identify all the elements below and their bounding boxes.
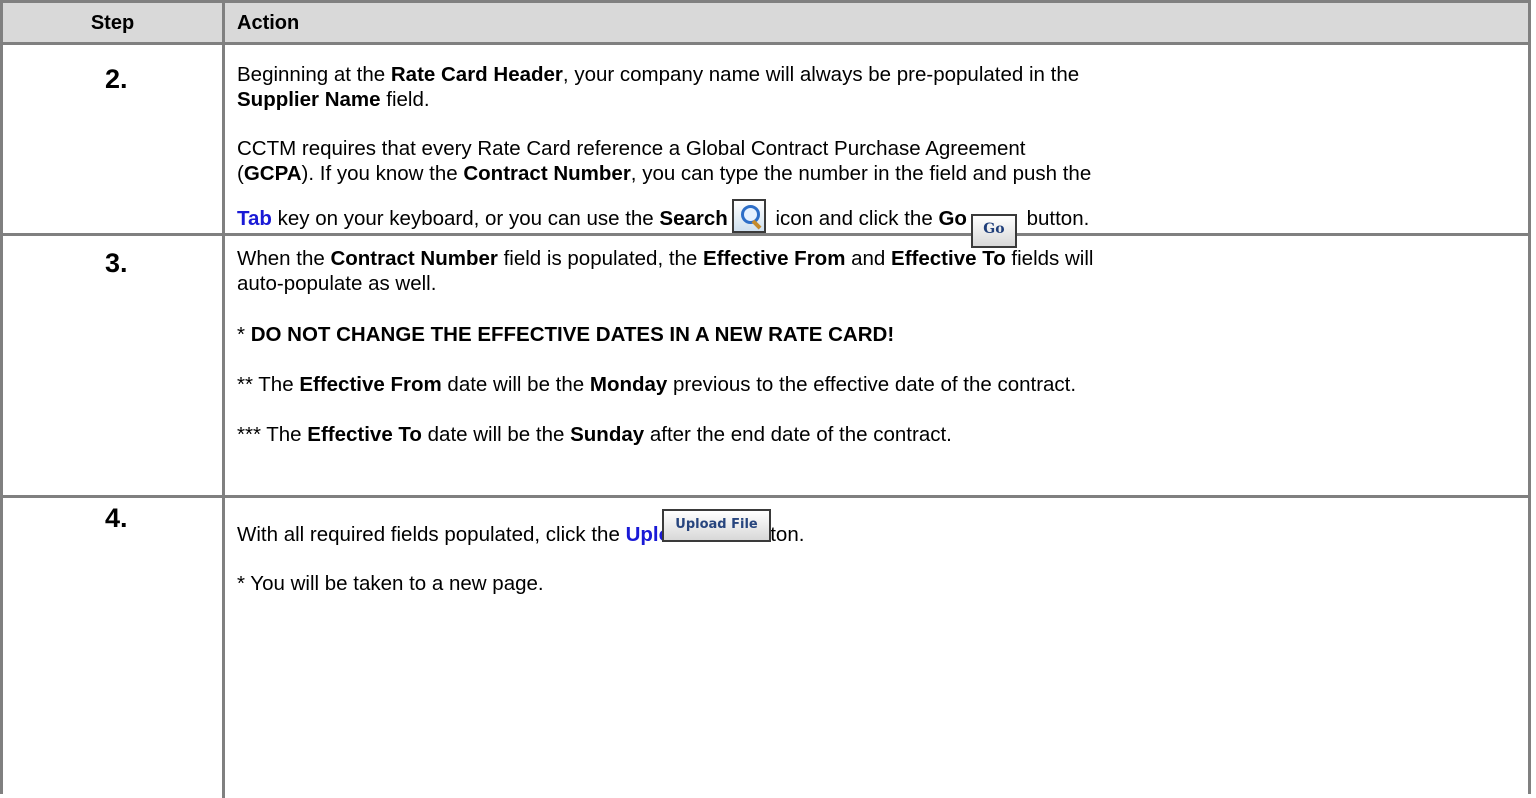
header-action-label: Action: [237, 12, 300, 34]
table-header-row: Step Action: [3, 3, 1528, 45]
action-text-line: * You will be taken to a new page.: [237, 572, 544, 595]
table-row: 3. When the Contract Number field is pop…: [3, 236, 1528, 498]
header-action-cell: Action: [225, 3, 1528, 42]
upload-file-button[interactable]: Upload File: [662, 509, 771, 542]
step-number: 4.: [105, 503, 128, 533]
action-text-line: * DO NOT CHANGE THE EFFECTIVE DATES IN A…: [237, 323, 895, 346]
action-text-line: When the Contract Number field is popula…: [237, 247, 1094, 270]
action-text-line: Beginning at the Rate Card Header, your …: [237, 63, 1080, 86]
action-cell: With all required fields populated, clic…: [225, 498, 1528, 798]
table-row: 4. With all required fields populated, c…: [3, 498, 1528, 798]
search-icon[interactable]: [731, 199, 766, 233]
step-cell: 4.: [3, 498, 225, 798]
action-text-line: CCTM requires that every Rate Card refer…: [237, 137, 1026, 160]
action-cell: Beginning at the Rate Card Header, your …: [225, 45, 1528, 248]
action-text-line: Supplier Name field.: [237, 88, 430, 111]
action-text-line: *** The Effective To date will be the Su…: [237, 423, 952, 446]
step-number: 2.: [105, 64, 128, 94]
tab-key-label: Tab: [237, 207, 272, 230]
action-text-line: ** The Effective From date will be the M…: [237, 373, 1077, 396]
step-cell: 2.: [3, 45, 225, 233]
steps-table: Step Action 2. Beginning at the Rate Car…: [0, 0, 1531, 798]
table-row: 2. Beginning at the Rate Card Header, yo…: [3, 45, 1528, 248]
header-step-label: Step: [90, 12, 135, 34]
step-number: 3.: [105, 248, 128, 278]
header-step-cell: Step: [3, 3, 225, 42]
action-cell: When the Contract Number field is popula…: [225, 236, 1528, 495]
action-text-line: (GCPA). If you know the Contract Number,…: [237, 162, 1092, 185]
action-text-line: auto-populate as well.: [237, 272, 437, 295]
step-cell: 3.: [3, 236, 225, 495]
